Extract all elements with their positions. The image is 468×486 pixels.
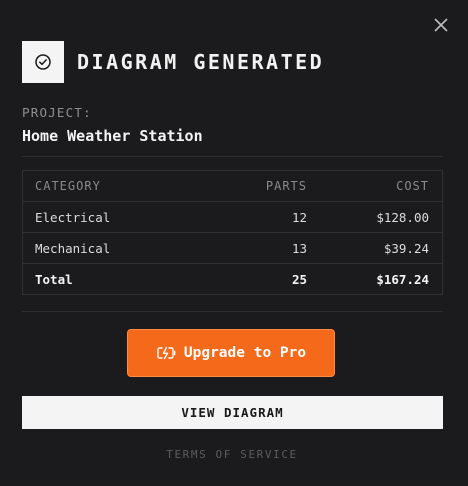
cell-category: Electrical xyxy=(35,209,111,225)
cell-cost: $128.00 xyxy=(376,209,429,225)
close-button[interactable] xyxy=(432,16,450,34)
project-label: PROJECT: xyxy=(22,105,92,120)
battery-bolt-icon xyxy=(157,346,176,360)
dialog-header: DIAGRAM GENERATED xyxy=(22,41,324,83)
divider xyxy=(22,156,443,157)
project-name: Home Weather Station xyxy=(22,127,203,145)
upgrade-button-label: Upgrade to Pro xyxy=(183,345,307,361)
total-parts: 25 xyxy=(291,271,307,287)
close-icon xyxy=(434,18,448,32)
check-circle-icon xyxy=(35,54,51,70)
terms-of-service-link[interactable]: TERMS OF SERVICE xyxy=(0,448,464,461)
cell-cost: $39.24 xyxy=(383,240,429,256)
total-cost: $167.24 xyxy=(376,271,429,287)
cell-category: Mechanical xyxy=(35,240,111,256)
cell-parts: 13 xyxy=(291,240,307,256)
table-total-row: Total 25 $167.24 xyxy=(23,263,442,294)
total-label: Total xyxy=(35,271,73,287)
upgrade-button[interactable]: Upgrade to Pro xyxy=(127,329,335,377)
cell-parts: 12 xyxy=(291,209,307,225)
status-badge xyxy=(22,41,64,83)
column-header-parts: PARTS xyxy=(265,179,307,193)
column-header-cost: COST xyxy=(396,179,429,193)
dialog-title: DIAGRAM GENERATED xyxy=(77,50,325,74)
column-header-category: CATEGORY xyxy=(35,179,101,193)
divider xyxy=(22,311,443,312)
parts-table: CATEGORY PARTS COST Electrical 12 $128.0… xyxy=(22,170,443,295)
view-diagram-button[interactable]: VIEW DIAGRAM xyxy=(22,396,443,429)
table-row: Mechanical 13 $39.24 xyxy=(23,232,442,263)
table-row: Electrical 12 $128.00 xyxy=(23,201,442,232)
table-header-row: CATEGORY PARTS COST xyxy=(23,171,442,201)
